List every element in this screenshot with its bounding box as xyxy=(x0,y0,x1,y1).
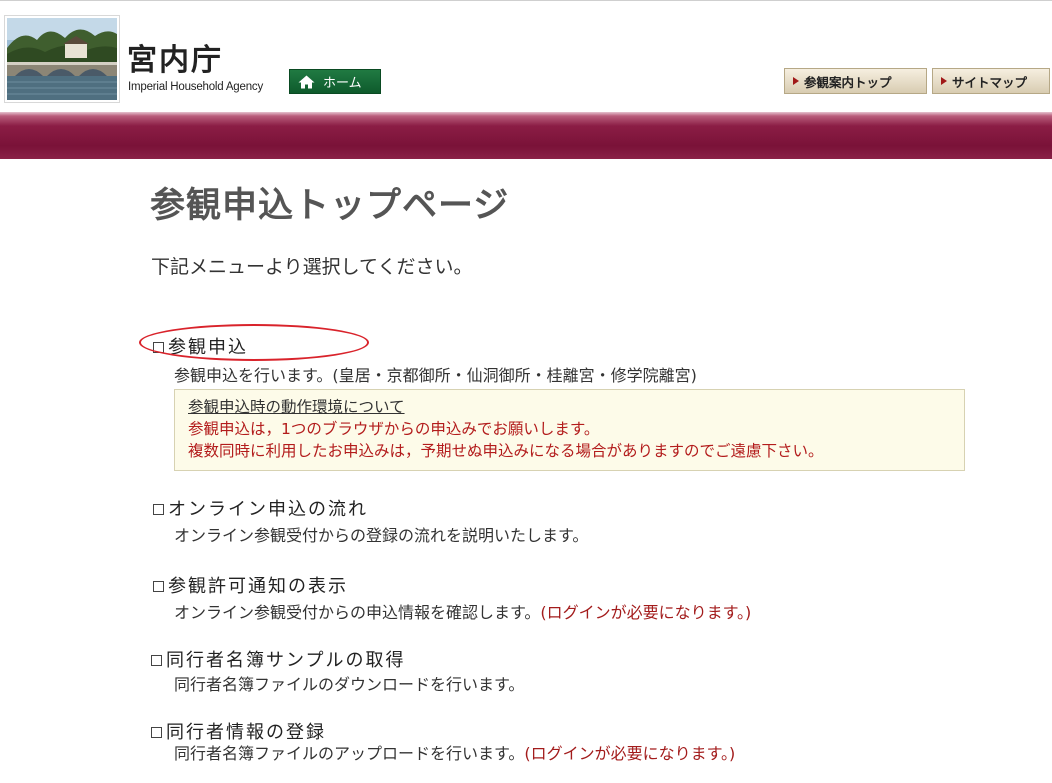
menu-item-description: 同行者名簿ファイルのアップロードを行います。(ログインが必要になります。) xyxy=(174,743,735,765)
logo-photo[interactable] xyxy=(4,15,120,103)
sitemap-label: サイトマップ xyxy=(952,74,1028,90)
menu-item-title: 参観許可通知の表示 xyxy=(168,576,348,597)
imperial-bridge-photo-icon xyxy=(7,18,117,100)
menu-item-description: 同行者名簿ファイルのダウンロードを行います。 xyxy=(174,674,524,696)
sitemap-button[interactable]: サイトマップ xyxy=(932,68,1050,94)
description-text: 参観申込を行います。(皇居・京都御所・仙洞御所・桂離宮・修学院離宮) xyxy=(174,366,697,385)
notice-line: 複数同時に利用したお申込みは，予期せぬ申込みになる場合がありますのでご遠慮下さい… xyxy=(188,442,824,460)
menu-item-description: オンライン参観受付からの登録の流れを説明いたします。 xyxy=(174,525,588,547)
menu-item-companion-register[interactable]: 同行者情報の登録 xyxy=(151,721,326,745)
checkbox-square-icon xyxy=(153,504,164,515)
top-border xyxy=(0,0,1052,1)
notice-box: 参観申込時の動作環境について 参観申込は，1つのブラウザからの申込みでお願いしま… xyxy=(174,389,965,471)
menu-item-tour-application[interactable]: 参観申込 xyxy=(153,336,248,360)
operating-environment-link[interactable]: 参観申込時の動作環境について xyxy=(188,396,964,418)
tour-guide-top-label: 参観案内トップ xyxy=(804,74,892,90)
header-banner xyxy=(0,112,1052,159)
menu-item-description: オンライン参観受付からの申込情報を確認します。(ログインが必要になります。) xyxy=(174,602,751,624)
menu-item-companion-sample[interactable]: 同行者名簿サンプルの取得 xyxy=(151,649,405,673)
page-title: 参観申込トップページ xyxy=(150,186,510,226)
description-text: 同行者名簿ファイルのダウンロードを行います。 xyxy=(174,675,525,694)
login-required-note: (ログインが必要になります。) xyxy=(524,744,736,763)
description-text: 同行者名簿ファイルのアップロードを行います。 xyxy=(174,744,525,763)
org-name: 宮内庁 xyxy=(127,43,223,78)
login-required-note: (ログインが必要になります。) xyxy=(540,603,752,622)
menu-item-title: 同行者名簿サンプルの取得 xyxy=(166,650,406,671)
tour-guide-top-button[interactable]: 参観案内トップ xyxy=(784,68,927,94)
menu-item-permit-notice[interactable]: 参観許可通知の表示 xyxy=(153,575,348,599)
house-icon xyxy=(298,75,315,88)
home-button[interactable]: ホーム xyxy=(289,69,381,94)
menu-item-title: 同行者情報の登録 xyxy=(166,722,326,743)
checkbox-square-icon xyxy=(153,342,164,353)
menu-item-online-flow[interactable]: オンライン申込の流れ xyxy=(153,498,368,522)
page-subtitle: 下記メニューより選択してください。 xyxy=(151,256,473,278)
notice-line: 参観申込は，1つのブラウザからの申込みでお願いします。 xyxy=(188,420,600,438)
menu-item-title: オンライン申込の流れ xyxy=(168,499,368,520)
arrow-right-icon xyxy=(793,77,799,85)
checkbox-square-icon xyxy=(153,581,164,592)
home-button-label: ホーム xyxy=(323,76,362,91)
menu-item-description: 参観申込を行います。(皇居・京都御所・仙洞御所・桂離宮・修学院離宮) xyxy=(174,365,697,387)
menu-item-title: 参観申込 xyxy=(168,337,248,358)
description-text: オンライン参観受付からの登録の流れを説明いたします。 xyxy=(174,526,589,545)
checkbox-square-icon xyxy=(151,727,162,738)
org-name-english: Imperial Household Agency xyxy=(128,81,263,93)
description-text: オンライン参観受付からの申込情報を確認します。 xyxy=(174,603,541,622)
arrow-right-icon xyxy=(941,77,947,85)
checkbox-square-icon xyxy=(151,655,162,666)
